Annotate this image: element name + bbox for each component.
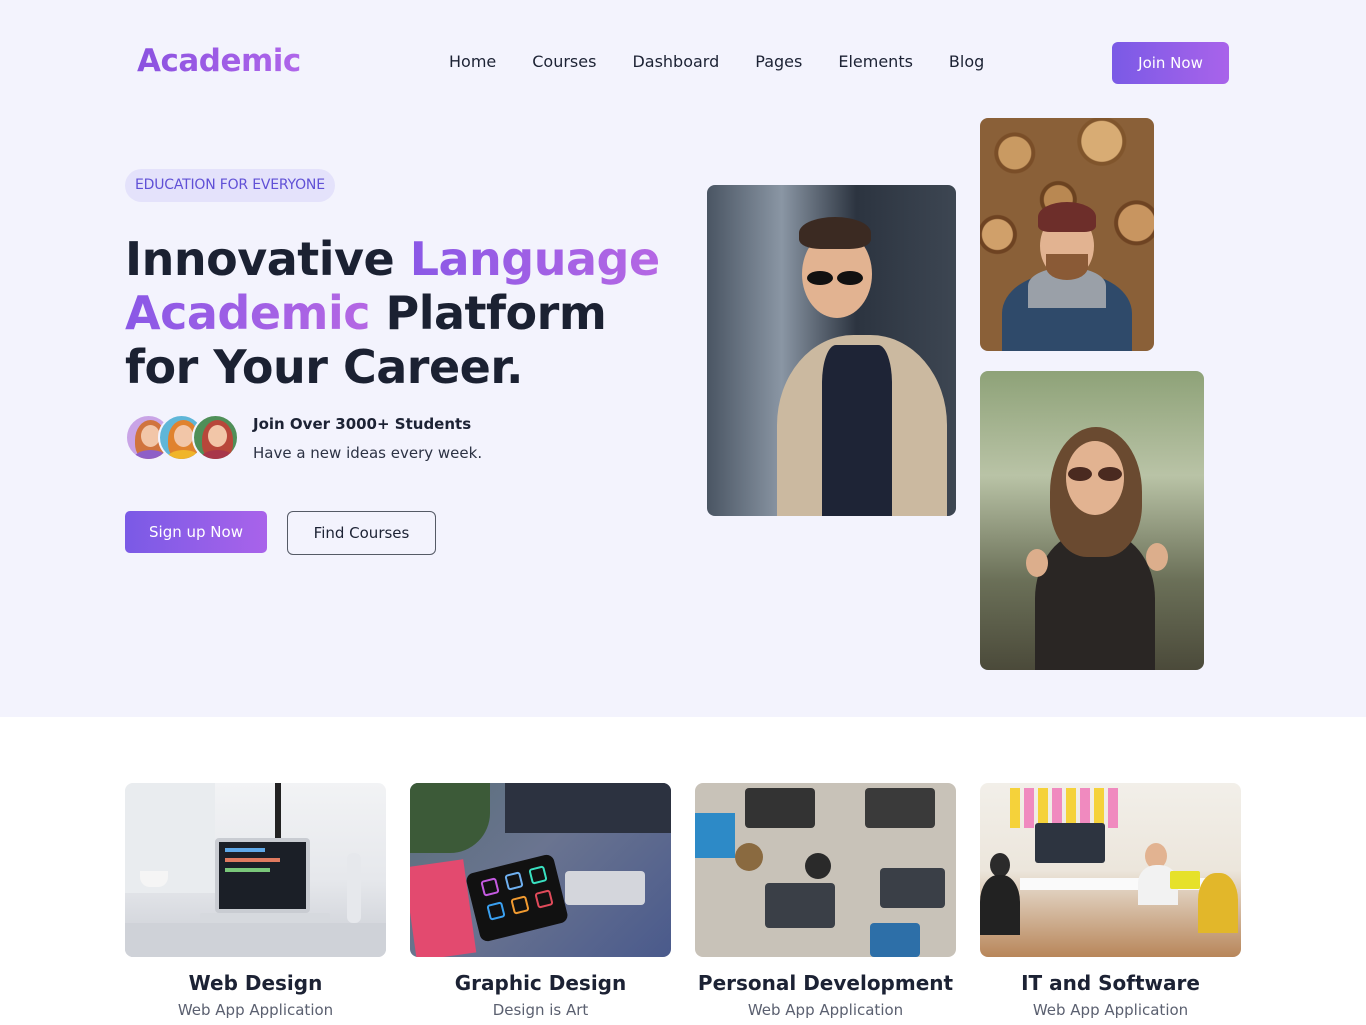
students-count: Join Over 3000+ Students	[253, 415, 472, 433]
category-subtitle: Web App Application	[747, 1001, 904, 1019]
headline-highlight-2: Academic	[125, 286, 371, 340]
students-subtitle: Have a new ideas every week.	[253, 444, 483, 462]
nav-pages[interactable]: Pages	[755, 52, 802, 72]
nav-courses[interactable]: Courses	[532, 52, 596, 72]
nav-elements[interactable]: Elements	[838, 52, 913, 72]
course-categories: Web Design Web App Application Graphic D…	[125, 783, 1241, 1019]
signup-button[interactable]: Sign up Now	[125, 511, 267, 553]
web-design-image	[125, 783, 386, 957]
category-card-it-and-software[interactable]: IT and Software Web App Application	[980, 783, 1241, 1019]
find-courses-button[interactable]: Find Courses	[287, 511, 436, 555]
category-title: Personal Development	[697, 971, 954, 995]
category-card-web-design[interactable]: Web Design Web App Application	[125, 783, 386, 1019]
hero-section: Academic Home Courses Dashboard Pages El…	[0, 0, 1366, 717]
category-card-personal-development[interactable]: Personal Development Web App Application	[695, 783, 956, 1019]
avatar	[192, 414, 239, 461]
nav-blog[interactable]: Blog	[949, 52, 984, 72]
category-title: Web Design	[188, 971, 323, 995]
category-title: IT and Software	[1021, 971, 1200, 995]
it-and-software-image	[980, 783, 1241, 957]
nav-dashboard[interactable]: Dashboard	[632, 52, 719, 72]
headline-highlight-1: Language	[409, 232, 660, 286]
student-avatars	[125, 414, 241, 462]
category-card-graphic-design[interactable]: Graphic Design Design is Art	[410, 783, 671, 1019]
education-badge: EDUCATION FOR EVERYONE	[125, 169, 335, 202]
man-in-beanie-photo	[980, 118, 1154, 351]
category-subtitle: Web App Application	[1032, 1001, 1189, 1019]
hero-headline: Innovative Language Academic Platform fo…	[125, 232, 685, 394]
logo[interactable]: Academic	[137, 43, 301, 79]
join-now-button[interactable]: Join Now	[1112, 42, 1229, 84]
smiling-girl-photo	[980, 371, 1204, 670]
man-in-sunglasses-photo	[707, 185, 956, 516]
category-title: Graphic Design	[454, 971, 627, 995]
headline-text-1: Innovative	[125, 232, 410, 286]
category-subtitle: Web App Application	[177, 1001, 334, 1019]
personal-development-image	[695, 783, 956, 957]
main-nav: Home Courses Dashboard Pages Elements Bl…	[449, 52, 984, 72]
category-subtitle: Design is Art	[492, 1001, 589, 1019]
nav-home[interactable]: Home	[449, 52, 496, 72]
graphic-design-image	[410, 783, 671, 957]
